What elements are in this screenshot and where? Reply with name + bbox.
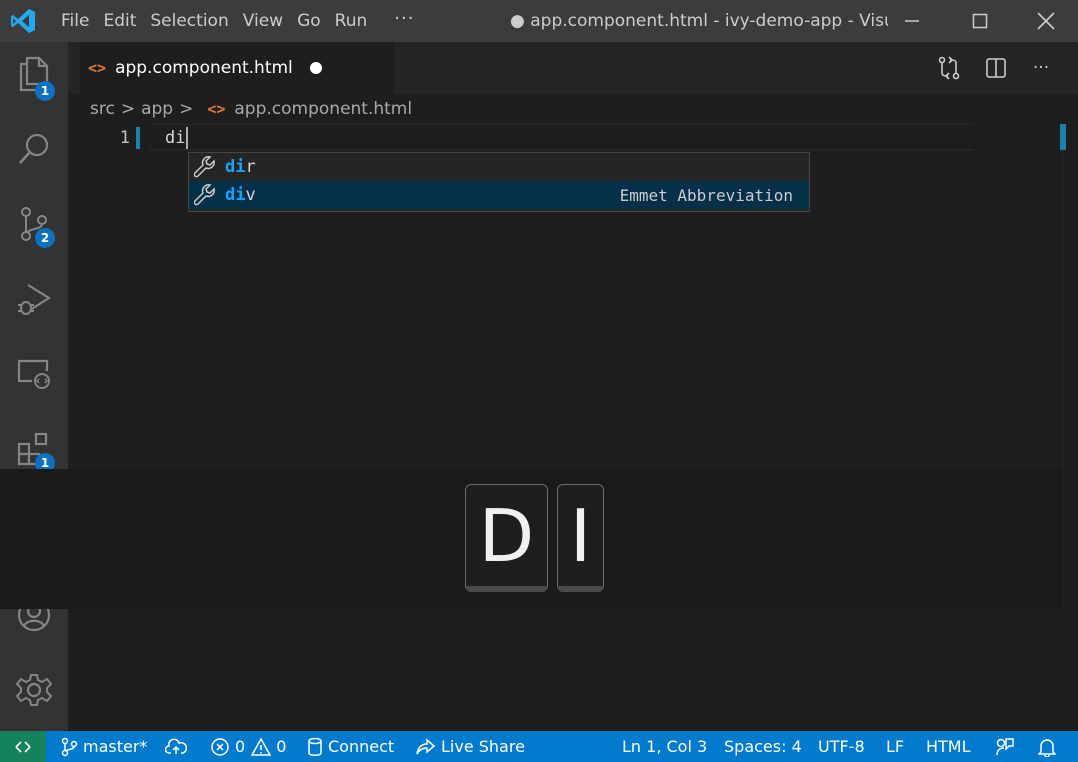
- split-editor-icon: [986, 58, 1006, 78]
- live-share-icon: [416, 737, 436, 754]
- menu-file[interactable]: File: [54, 0, 96, 42]
- suggestion-div[interactable]: di v Emmet Abbreviation: [189, 181, 809, 209]
- suggestion-rest: r: [245, 157, 256, 177]
- breadcrumb-separator: >: [120, 99, 136, 119]
- branch-status[interactable]: master*: [60, 731, 147, 762]
- problems-status[interactable]: 0 0: [210, 731, 286, 762]
- line-number: 1: [119, 128, 130, 148]
- wrench-icon: [193, 183, 217, 207]
- branch-name: master*: [83, 737, 148, 756]
- html-file-icon: <>: [207, 100, 226, 118]
- split-editor-button[interactable]: [973, 42, 1019, 94]
- text-cursor: [186, 127, 189, 149]
- menu-selection[interactable]: Selection: [143, 0, 235, 42]
- warning-count: 0: [276, 737, 287, 756]
- live-share-label: Live Share: [441, 737, 525, 756]
- title-bar: File Edit Selection View Go Run ··· ● ap…: [0, 0, 1078, 42]
- code-text: di: [165, 128, 186, 148]
- warning-icon: [251, 736, 272, 756]
- explorer-button[interactable]: 1: [0, 44, 68, 104]
- error-icon: [211, 737, 229, 756]
- live-share-button[interactable]: Live Share: [416, 731, 525, 762]
- keycap-i: I: [557, 484, 604, 592]
- compare-changes-icon: [938, 56, 960, 80]
- window-title: ● app.component.html - ivy-demo-app - Vi…: [510, 11, 888, 31]
- menu-view[interactable]: View: [236, 0, 290, 42]
- more-actions-button[interactable]: ···: [1018, 42, 1064, 94]
- run-debug-button[interactable]: [0, 269, 68, 329]
- breadcrumb-app[interactable]: app: [141, 99, 173, 119]
- breadcrumb-file[interactable]: app.component.html: [234, 99, 412, 119]
- remote-explorer-icon: [17, 359, 50, 389]
- remote-icon: [15, 740, 31, 753]
- vscode-logo-icon: [0, 0, 46, 42]
- open-changes-button[interactable]: [926, 42, 972, 94]
- gear-icon: [16, 674, 52, 706]
- indentation-status[interactable]: Spaces: 4: [724, 731, 802, 762]
- editor-scrollbar-track[interactable]: [1062, 150, 1063, 470]
- scrollbar-change-marker[interactable]: [1060, 124, 1066, 150]
- suggestion-dir[interactable]: di r: [189, 153, 809, 181]
- close-window-button[interactable]: [1012, 0, 1078, 42]
- dirty-diff-marker[interactable]: [136, 127, 140, 149]
- database-icon: [308, 737, 322, 756]
- menu-run[interactable]: Run: [328, 0, 375, 42]
- suggestion-detail: Emmet Abbreviation: [619, 185, 793, 205]
- tab-label: app.component.html: [115, 58, 293, 78]
- run-debug-icon: [18, 284, 52, 315]
- suggestion-match: di: [225, 185, 246, 205]
- git-branch-icon: [61, 737, 78, 756]
- feedback-icon: [996, 737, 1014, 755]
- menu-bar: File Edit Selection View Go Run ···: [46, 0, 426, 42]
- connect-button[interactable]: Connect: [307, 731, 394, 762]
- scm-badge: 2: [35, 228, 55, 248]
- encoding-status[interactable]: UTF-8: [818, 731, 865, 762]
- maximize-icon: [972, 13, 988, 29]
- connect-label: Connect: [328, 737, 395, 756]
- status-bar: master* 0 0 Connect Live Share Ln 1, Col…: [0, 731, 1078, 762]
- menu-more[interactable]: ···: [374, 0, 426, 42]
- activity-bar: 1 2 1: [0, 42, 68, 731]
- cursor-position[interactable]: Ln 1, Col 3: [622, 731, 707, 762]
- close-icon: [1037, 12, 1055, 30]
- html-file-icon: <>: [88, 59, 107, 77]
- explorer-badge: 1: [35, 81, 55, 101]
- eol-status[interactable]: LF: [886, 731, 904, 762]
- language-mode[interactable]: HTML: [926, 731, 971, 762]
- breadcrumb-separator: >: [179, 99, 194, 119]
- breadcrumb: src > app > <> app.component.html: [90, 94, 412, 124]
- manage-button[interactable]: [0, 660, 68, 720]
- keycap-d: D: [465, 484, 548, 592]
- sync-button[interactable]: [165, 731, 192, 762]
- tab-bar: <> app.component.html ···: [68, 42, 1078, 94]
- minimize-button[interactable]: [878, 0, 946, 42]
- remote-explorer-button[interactable]: [0, 344, 68, 404]
- suggestion-rest: v: [245, 185, 256, 205]
- search-button[interactable]: [0, 119, 68, 179]
- breadcrumb-src[interactable]: src: [90, 99, 115, 119]
- maximize-button[interactable]: [946, 0, 1014, 42]
- current-line-highlight: [150, 124, 974, 151]
- feedback-button[interactable]: [994, 731, 1019, 762]
- code-line[interactable]: di: [165, 124, 189, 152]
- menu-go[interactable]: Go: [290, 0, 328, 42]
- tab-app-component-html[interactable]: <> app.component.html: [80, 42, 394, 94]
- error-count: 0: [235, 737, 246, 756]
- unsaved-dot-icon[interactable]: [310, 62, 322, 74]
- cloud-upload-icon: [165, 738, 187, 754]
- menu-edit[interactable]: Edit: [96, 0, 143, 42]
- search-icon: [19, 133, 49, 164]
- notifications-button[interactable]: [1038, 731, 1061, 762]
- minimize-icon: [905, 20, 919, 22]
- suggestion-match: di: [225, 157, 246, 177]
- remote-indicator-button[interactable]: [0, 731, 46, 762]
- source-control-button[interactable]: 2: [0, 194, 68, 254]
- suggest-widget: di r di v Emmet Abbreviation: [188, 152, 810, 212]
- wrench-icon: [193, 155, 217, 179]
- bell-icon: [1038, 738, 1056, 757]
